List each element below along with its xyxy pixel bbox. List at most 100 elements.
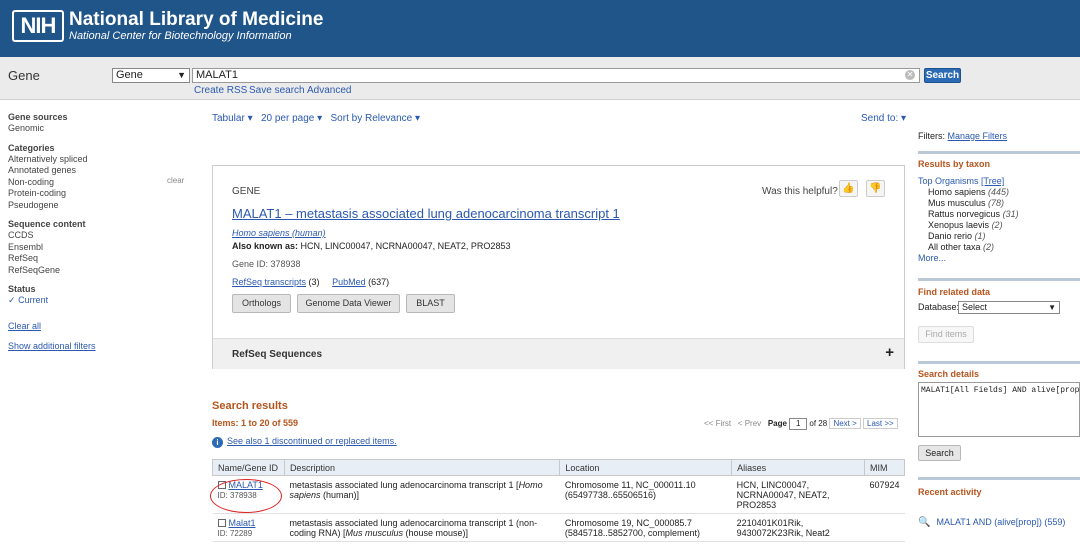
find-related-data-title[interactable]: Find related data bbox=[918, 287, 990, 297]
clear-icon[interactable]: ✕ bbox=[905, 70, 915, 80]
more-taxa-link[interactable]: More... bbox=[918, 253, 1019, 264]
taxon-item[interactable]: Homo sapiens (445) bbox=[918, 187, 1019, 198]
filter-refseq[interactable]: RefSeq bbox=[8, 253, 193, 265]
refseq-sequences-section[interactable]: RefSeq Sequences + bbox=[213, 338, 904, 369]
taxon-item[interactable]: Xenopus laevis (2) bbox=[918, 220, 1019, 231]
create-rss-link[interactable]: Create RSS bbox=[194, 85, 247, 96]
also-known-as: Also known as: HCN, LINC00047, NCRNA0004… bbox=[232, 241, 510, 251]
filters-label: Filters: bbox=[918, 131, 945, 141]
taxon-item[interactable]: Danio rerio (1) bbox=[918, 231, 1019, 242]
see-also-notice: i See also 1 discontinued or replaced ite… bbox=[212, 436, 397, 448]
taxon-list: Top Organisms [Tree] Homo sapiens (445) … bbox=[918, 176, 1019, 264]
panel-type-label: GENE bbox=[232, 186, 261, 197]
column-header[interactable]: Location bbox=[559, 459, 733, 476]
search-query: MALAT1 bbox=[196, 69, 238, 81]
format-dropdown[interactable]: Tabular ▾ bbox=[212, 113, 253, 124]
filter-protein-coding[interactable]: Protein-coding bbox=[8, 188, 193, 200]
taxon-name: All other taxa bbox=[928, 242, 981, 252]
site-title[interactable]: National Library of Medicine bbox=[69, 9, 323, 31]
filter-current[interactable]: ✓ Current bbox=[8, 295, 193, 307]
find-items-button[interactable]: Find items bbox=[918, 326, 974, 343]
thumbs-down-icon[interactable]: 👎 bbox=[866, 180, 885, 197]
filter-annotated-genes[interactable]: Annotated genes bbox=[8, 165, 193, 177]
filters-line: Filters: Manage Filters bbox=[918, 131, 1007, 141]
advanced-search-link[interactable]: Advanced bbox=[307, 85, 351, 96]
search-details-textarea[interactable]: MALAT1[All Fields] AND alive[prop] bbox=[918, 382, 1080, 437]
column-header[interactable]: Name/Gene ID bbox=[212, 459, 285, 476]
filter-non-coding[interactable]: Non-coding bbox=[8, 177, 193, 189]
taxon-count: (1) bbox=[974, 231, 986, 241]
refseq-transcripts-link[interactable]: RefSeq transcripts bbox=[232, 277, 306, 287]
related-database-select[interactable]: Select ▼ bbox=[958, 301, 1060, 314]
filter-refseqgene[interactable]: RefSeqGene bbox=[8, 265, 193, 277]
row-checkbox[interactable] bbox=[217, 519, 226, 527]
show-additional-filters-link[interactable]: Show additional filters bbox=[8, 341, 193, 351]
save-search-link[interactable]: Save search bbox=[249, 85, 305, 96]
orthologs-button[interactable]: Orthologs bbox=[232, 294, 291, 313]
column-header[interactable]: Description bbox=[283, 459, 561, 476]
search-input[interactable]: MALAT1 ✕ bbox=[192, 68, 920, 83]
manage-filters-link[interactable]: Manage Filters bbox=[948, 131, 1008, 141]
taxon-item[interactable]: Rattus norvegicus (31) bbox=[918, 209, 1019, 220]
filter-alternatively-spliced[interactable]: Alternatively spliced bbox=[8, 154, 193, 166]
results-table: Name/Gene ID Description Location Aliase… bbox=[212, 459, 906, 542]
nih-logo[interactable]: NIH bbox=[12, 10, 64, 42]
mim-cell: 607924 bbox=[864, 475, 905, 514]
clear-all-link[interactable]: Clear all bbox=[8, 321, 193, 331]
per-page-dropdown[interactable]: 20 per page ▾ bbox=[261, 113, 322, 124]
gene-id: ID: 72289 bbox=[217, 529, 253, 538]
filter-pseudogene[interactable]: Pseudogene bbox=[8, 200, 193, 212]
taxon-item[interactable]: All other taxa (2) bbox=[918, 242, 1019, 253]
helpful-prompt: Was this helpful? bbox=[762, 186, 838, 197]
gene-name-link[interactable]: Malat1 bbox=[229, 518, 256, 528]
pubmed-link[interactable]: PubMed bbox=[332, 277, 366, 287]
expand-plus-icon[interactable]: + bbox=[885, 344, 894, 361]
recent-activity-item[interactable]: 🔍 MALAT1 AND (alive[prop]) (559) bbox=[918, 517, 1065, 528]
search-button[interactable]: Search bbox=[924, 68, 961, 83]
related-links: RefSeq transcripts (3) PubMed (637) bbox=[232, 277, 389, 287]
per-page-label: 20 per page bbox=[260, 113, 315, 124]
recent-activity-title[interactable]: Recent activity bbox=[918, 487, 982, 497]
blast-button[interactable]: BLAST bbox=[406, 294, 455, 313]
prev-page-link[interactable]: < Prev bbox=[738, 419, 761, 428]
tree-link[interactable]: [Tree] bbox=[981, 176, 1004, 186]
filter-genomic[interactable]: Genomic bbox=[8, 123, 193, 135]
filter-ensembl[interactable]: Ensembl bbox=[8, 242, 193, 254]
page-label: Page bbox=[767, 419, 787, 428]
search-details-title[interactable]: Search details bbox=[918, 369, 979, 379]
top-organisms-row: Top Organisms [Tree] bbox=[918, 176, 1019, 187]
gene-title-link[interactable]: MALAT1 – metastasis associated lung aden… bbox=[232, 206, 620, 221]
search-details-button[interactable]: Search bbox=[918, 445, 961, 461]
filter-ccds[interactable]: CCDS bbox=[8, 230, 193, 242]
taxon-item[interactable]: Mus musculus (78) bbox=[918, 198, 1019, 209]
column-header[interactable]: MIM bbox=[863, 459, 906, 476]
first-page-link[interactable]: << First bbox=[704, 419, 731, 428]
taxon-count: (2) bbox=[991, 220, 1003, 230]
items-count: Items: 1 to 20 of 559 bbox=[212, 418, 299, 428]
send-to-dropdown[interactable]: Send to: ▾ bbox=[861, 113, 906, 124]
page-number-input[interactable]: 1 bbox=[789, 418, 808, 430]
organism-link[interactable]: Homo sapiens (human) bbox=[232, 228, 326, 238]
gene-id: Gene ID: 378938 bbox=[232, 259, 301, 269]
chevron-down-icon: ▼ bbox=[1048, 303, 1056, 312]
aka-label: Also known as: bbox=[232, 241, 299, 251]
sort-dropdown[interactable]: Sort by Relevance ▾ bbox=[331, 113, 421, 124]
thumbs-up-icon[interactable]: 👍 bbox=[839, 180, 858, 197]
clear-status-link[interactable]: clear bbox=[167, 176, 184, 185]
top-organisms-label: Top Organisms bbox=[918, 176, 979, 186]
results-by-taxon-title[interactable]: Results by taxon bbox=[918, 159, 990, 169]
location-cell: Chromosome 11, NC_000011.10 (65497738..6… bbox=[559, 475, 732, 514]
database-select[interactable]: Gene ▼ bbox=[112, 68, 190, 83]
see-also-link[interactable]: See also 1 discontinued or replaced item… bbox=[227, 436, 397, 446]
refseq-count: (3) bbox=[308, 277, 320, 287]
column-header[interactable]: Aliases bbox=[731, 459, 865, 476]
organism-name: Mus musculus bbox=[345, 528, 403, 538]
section-divider bbox=[918, 477, 1080, 480]
genome-data-viewer-button[interactable]: Genome Data Viewer bbox=[297, 294, 400, 313]
recent-query-link[interactable]: MALAT1 AND (alive[prop]) (559) bbox=[936, 517, 1065, 527]
filter-group-title: Gene sources bbox=[8, 112, 68, 122]
next-page-button[interactable]: Next > bbox=[829, 418, 861, 429]
filter-group-title: Status bbox=[8, 284, 36, 294]
filter-group-gene-sources: Gene sources Genomic bbox=[8, 112, 193, 135]
last-page-button[interactable]: Last >> bbox=[863, 418, 898, 429]
